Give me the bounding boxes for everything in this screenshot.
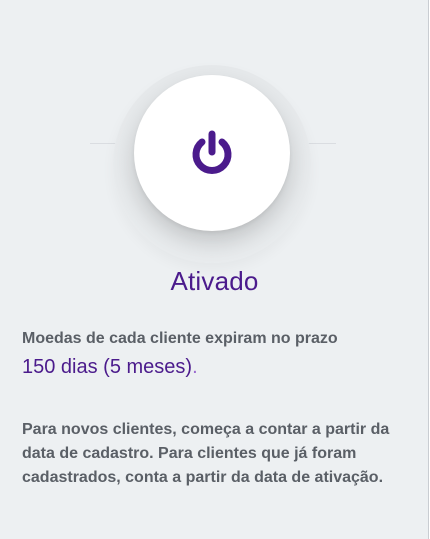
status-title: Ativado (170, 266, 259, 296)
activation-info-text: Para novos clientes, começa a contar a p… (22, 421, 390, 486)
expiration-value-row: 150 dias (5 meses). (22, 356, 198, 379)
toggle-area (0, 0, 429, 263)
power-icon (192, 130, 232, 174)
coin-expiration-panel: Ativado Moedas de cada cliente expiram n… (0, 0, 429, 539)
expiration-suffix: . (192, 356, 198, 378)
expiration-value: 150 dias (5 meses) (22, 356, 193, 378)
expiration-description: Moedas de cada cliente expiram no prazo (22, 330, 338, 347)
power-toggle-button[interactable] (134, 75, 290, 231)
